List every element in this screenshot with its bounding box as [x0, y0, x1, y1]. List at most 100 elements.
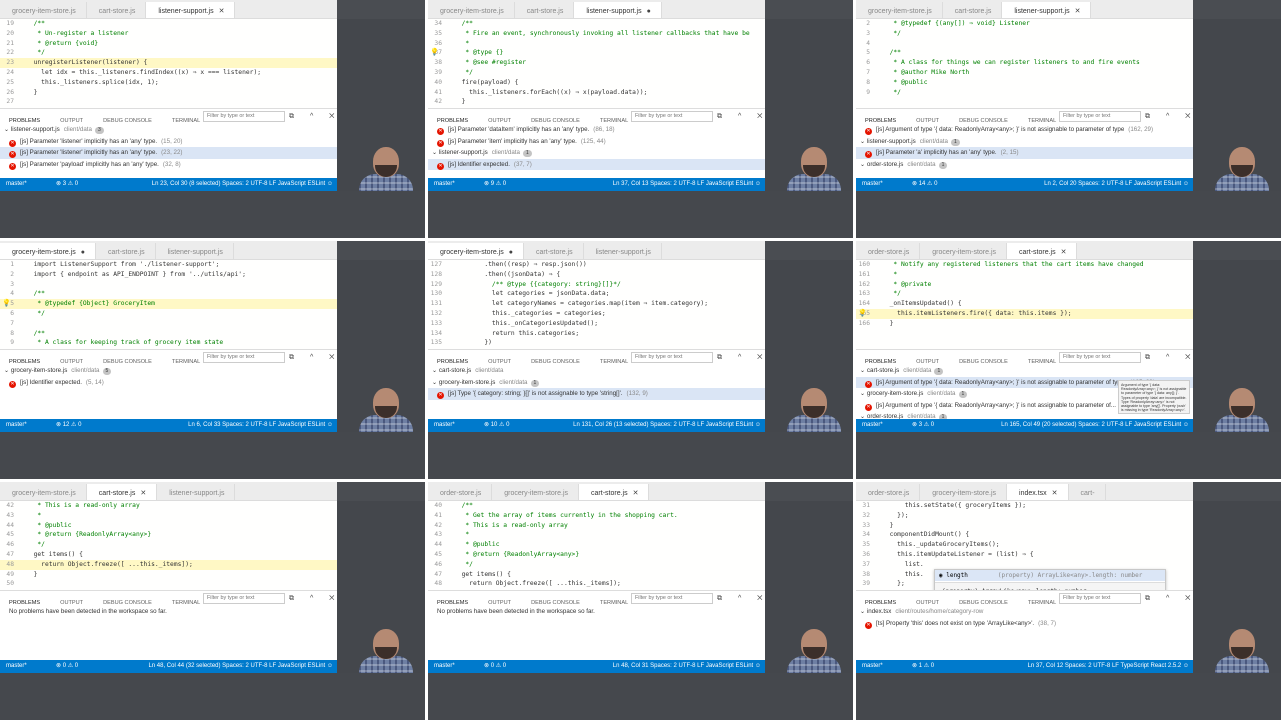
problems-filter-input[interactable]: Filter by type or text: [203, 111, 285, 122]
suggest-widget[interactable]: ◉ length (property) ArrayLike<any>.length…: [934, 569, 1166, 590]
panel-tab-output[interactable]: OUTPUT: [916, 596, 939, 606]
lightbulb-icon[interactable]: 💡: [858, 309, 867, 319]
editor-tab[interactable]: cart-store.js: [96, 243, 156, 259]
problems-indicator[interactable]: ⊗ 1 ⚠ 0: [912, 660, 934, 673]
problem-row[interactable]: No problems have been detected in the wo…: [428, 606, 765, 618]
problems-indicator[interactable]: ⊗ 9 ⚠ 0: [484, 178, 506, 191]
editor-tab[interactable]: cart-store.js: [514, 2, 575, 18]
cursor-position[interactable]: Ln 48, Col 31 Spaces: 2 UTF-8 LF JavaScr…: [613, 660, 761, 673]
problem-row[interactable]: ✕ [js] Parameter 'listener' implicitly ha…: [0, 136, 337, 148]
panel-tab-debug-console[interactable]: DEBUG CONSOLE: [959, 355, 1008, 365]
editor-tab[interactable]: order-store.js: [428, 484, 493, 500]
branch-indicator[interactable]: master*: [434, 178, 455, 191]
problem-row[interactable]: ⌄ order-store.js client/data 1: [856, 159, 1193, 171]
panel-tab-problems[interactable]: PROBLEMS: [9, 355, 40, 365]
unsaved-dot-icon[interactable]: ●: [647, 8, 651, 15]
problem-row[interactable]: ✕ [js] Parameter 'a' implicitly has an 'a…: [856, 147, 1193, 159]
panel-tab-output[interactable]: OUTPUT: [60, 596, 83, 606]
close-tab-icon[interactable]: ✕: [140, 490, 146, 497]
editor-tab[interactable]: order-store.js: [856, 484, 921, 500]
editor-tab[interactable]: cart-store.js ✕: [1007, 243, 1078, 259]
problem-row[interactable]: No problems have been detected in the wo…: [0, 606, 337, 618]
panel-tab-terminal[interactable]: TERMINAL: [600, 596, 628, 606]
panel-actions-icon[interactable]: ⧉ ^ ✕: [717, 591, 765, 606]
panel-tab-output[interactable]: OUTPUT: [488, 596, 511, 606]
problem-row[interactable]: ✕ [js] Parameter 'dataItem' implicitly ha…: [428, 124, 765, 136]
editor-tab[interactable]: grocery-item-store.js: [0, 2, 87, 18]
chevron-down-icon[interactable]: ⌄: [860, 367, 867, 374]
branch-indicator[interactable]: master*: [862, 419, 883, 432]
unsaved-dot-icon[interactable]: ●: [81, 249, 85, 256]
branch-indicator[interactable]: master*: [6, 178, 27, 191]
panel-tab-debug-console[interactable]: DEBUG CONSOLE: [531, 596, 580, 606]
problem-row[interactable]: ⌄ listener-support.js client/data 3: [0, 124, 337, 136]
problem-row[interactable]: ⌄ grocery-item-store.js client/data 1: [428, 377, 765, 389]
panel-tab-terminal[interactable]: TERMINAL: [600, 114, 628, 124]
problem-row[interactable]: ✕ [js] Identifier expected. (37, 7): [428, 158, 765, 170]
panel-tab-problems[interactable]: PROBLEMS: [437, 114, 468, 124]
problems-filter-input[interactable]: Filter by type or text: [1059, 111, 1141, 122]
panel-tab-output[interactable]: OUTPUT: [916, 114, 939, 124]
chevron-down-icon[interactable]: ⌄: [860, 608, 867, 615]
cursor-position[interactable]: Ln 37, Col 13 Spaces: 2 UTF-8 LF JavaScr…: [613, 178, 761, 191]
panel-tab-debug-console[interactable]: DEBUG CONSOLE: [959, 114, 1008, 124]
problems-filter-input[interactable]: Filter by type or text: [203, 593, 285, 604]
cursor-position[interactable]: Ln 6, Col 33 Spaces: 2 UTF-8 LF JavaScri…: [188, 419, 333, 432]
panel-tab-debug-console[interactable]: DEBUG CONSOLE: [531, 114, 580, 124]
chevron-down-icon[interactable]: ⌄: [432, 149, 439, 156]
panel-tab-problems[interactable]: PROBLEMS: [865, 596, 896, 606]
panel-tab-terminal[interactable]: TERMINAL: [1028, 114, 1056, 124]
chevron-down-icon[interactable]: ⌄: [4, 126, 11, 133]
panel-tab-debug-console[interactable]: DEBUG CONSOLE: [959, 596, 1008, 606]
chevron-down-icon[interactable]: ⌄: [860, 161, 867, 168]
editor-tab[interactable]: listener-support.js: [157, 484, 236, 500]
editor-tab[interactable]: grocery-item-store.js: [492, 484, 580, 500]
panel-tab-terminal[interactable]: TERMINAL: [600, 355, 628, 365]
suggest-item[interactable]: ◉ length (property) ArrayLike<any>.length…: [935, 570, 1165, 581]
panel-tab-output[interactable]: OUTPUT: [60, 355, 83, 365]
panel-tab-terminal[interactable]: TERMINAL: [172, 355, 200, 365]
problem-row[interactable]: ✕ [js] Type '{ category: string; }[]' is …: [428, 388, 765, 400]
problems-filter-input[interactable]: Filter by type or text: [631, 593, 713, 604]
panel-tab-debug-console[interactable]: DEBUG CONSOLE: [531, 355, 580, 365]
editor-tab[interactable]: listener-support.js ●: [574, 2, 662, 18]
branch-indicator[interactable]: master*: [434, 660, 455, 673]
problem-row[interactable]: ⌄ grocery-item-store.js client/data 5: [0, 365, 337, 377]
cursor-position[interactable]: Ln 23, Col 30 (8 selected) Spaces: 2 UTF…: [152, 178, 333, 191]
panel-tab-debug-console[interactable]: DEBUG CONSOLE: [103, 114, 152, 124]
panel-tab-problems[interactable]: PROBLEMS: [865, 355, 896, 365]
panel-tab-output[interactable]: OUTPUT: [916, 355, 939, 365]
editor-tab[interactable]: cart-: [1068, 484, 1106, 500]
editor-tab[interactable]: grocery-item-store.js ●: [428, 243, 525, 259]
problem-row[interactable]: ✕ [js] Identifier expected. (5, 14): [0, 377, 337, 389]
editor-tab[interactable]: grocery-item-store.js: [920, 243, 1008, 259]
editor-tab[interactable]: listener-support.js: [583, 243, 662, 259]
chevron-down-icon[interactable]: ⌄: [860, 390, 867, 397]
cursor-position[interactable]: Ln 2, Col 20 Spaces: 2 UTF-8 LF JavaScri…: [1044, 178, 1189, 191]
cursor-position[interactable]: Ln 37, Col 12 Spaces: 2 UTF-8 LF TypeScr…: [1028, 660, 1189, 673]
problems-filter-input[interactable]: Filter by type or text: [1059, 352, 1141, 363]
panel-actions-icon[interactable]: ⧉ ^ ✕: [289, 591, 337, 606]
panel-actions-icon[interactable]: ⧉ ^ ✕: [717, 350, 765, 365]
close-tab-icon[interactable]: ✕: [1075, 8, 1081, 15]
editor-tab[interactable]: cart-store.js ✕: [86, 484, 158, 500]
problem-row[interactable]: ✕ [js] Parameter 'item' implicitly has an…: [428, 136, 765, 148]
close-tab-icon[interactable]: ✕: [1061, 249, 1067, 256]
problems-indicator[interactable]: ⊗ 3 ⚠ 0: [912, 419, 934, 432]
cursor-position[interactable]: Ln 131, Col 26 (13 selected) Spaces: 2 U…: [573, 419, 761, 432]
editor-tab[interactable]: cart-store.js: [942, 2, 1003, 18]
editor-tab[interactable]: grocery-item-store.js: [856, 2, 943, 18]
panel-tab-problems[interactable]: PROBLEMS: [437, 355, 468, 365]
branch-indicator[interactable]: master*: [862, 178, 883, 191]
chevron-down-icon[interactable]: ⌄: [432, 367, 439, 374]
editor-tab[interactable]: order-store.js: [856, 243, 921, 259]
panel-tab-problems[interactable]: PROBLEMS: [865, 114, 896, 124]
problems-indicator[interactable]: ⊗ 0 ⚠ 0: [56, 660, 78, 673]
editor-tab[interactable]: listener-support.js: [155, 243, 234, 259]
panel-tab-terminal[interactable]: TERMINAL: [172, 596, 200, 606]
editor-tab[interactable]: index.tsx ✕: [1007, 484, 1069, 500]
problems-indicator[interactable]: ⊗ 10 ⚠ 0: [484, 419, 509, 432]
branch-indicator[interactable]: master*: [862, 660, 883, 673]
problems-filter-input[interactable]: Filter by type or text: [631, 352, 713, 363]
branch-indicator[interactable]: master*: [434, 419, 455, 432]
